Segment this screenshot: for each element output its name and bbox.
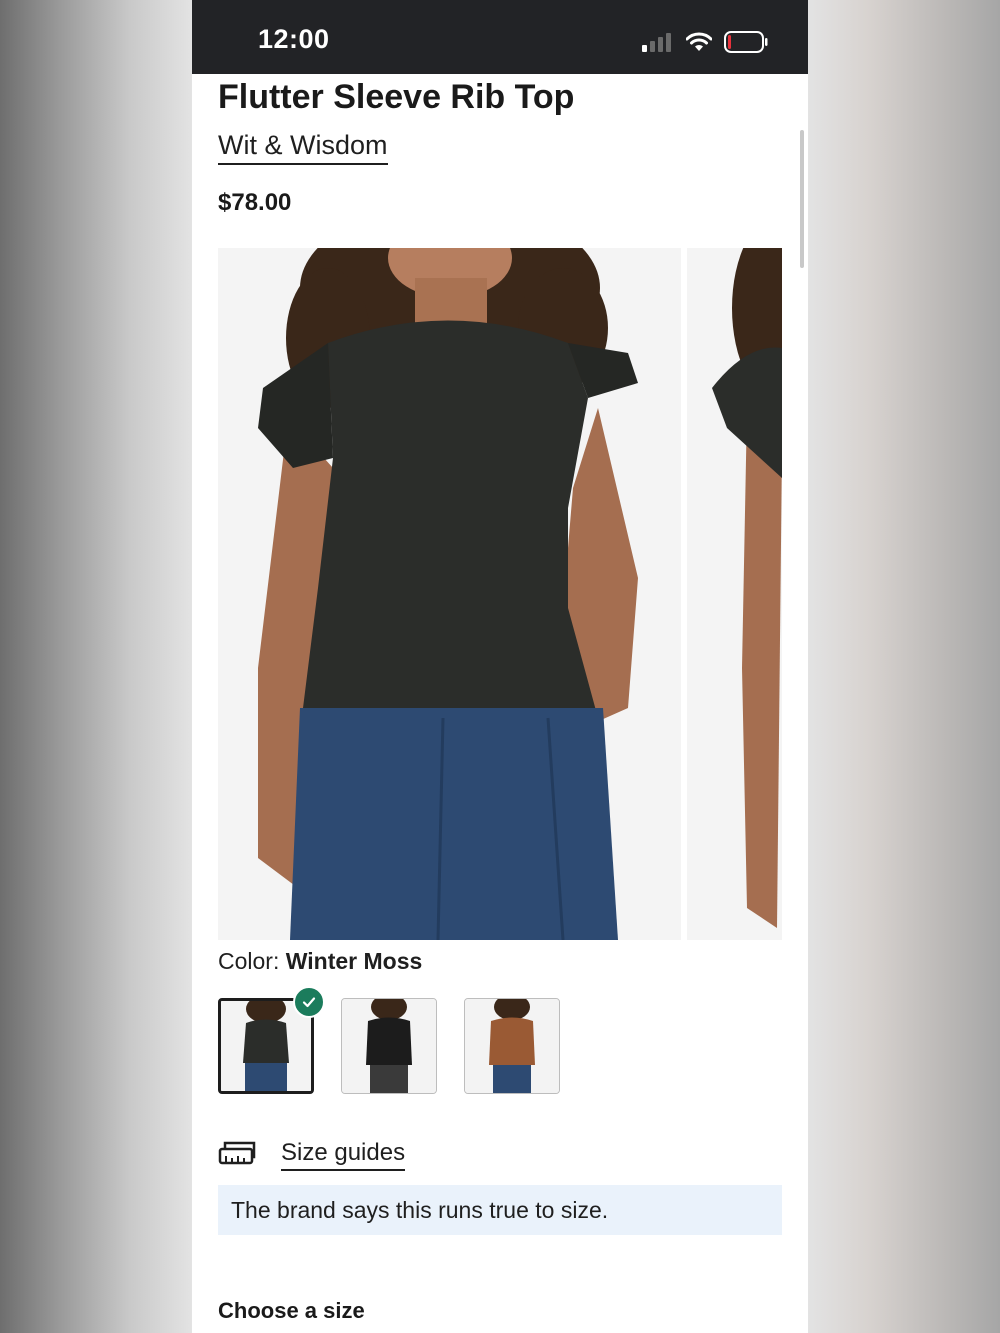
product-title: Flutter Sleeve Rib Top (218, 78, 575, 116)
fit-note: The brand says this runs true to size. (218, 1185, 782, 1235)
ruler-icon (218, 1141, 256, 1165)
product-image-next[interactable] (687, 248, 782, 940)
battery-icon (724, 31, 768, 53)
status-time: 12:00 (258, 24, 330, 54)
status-icons (642, 29, 768, 55)
choose-size-heading: Choose a size (218, 1298, 365, 1323)
brand-link[interactable]: Wit & Wisdom (218, 130, 388, 165)
color-line: Color: Winter Moss (218, 948, 422, 975)
product-price: $78.00 (218, 189, 292, 216)
swatch-thumbnail (342, 999, 436, 1093)
model-photo-side (687, 248, 782, 940)
color-selected-value: Winter Moss (285, 948, 423, 974)
color-swatch-black[interactable] (341, 998, 437, 1094)
selected-check-icon (293, 986, 325, 1018)
model-photo (218, 248, 681, 940)
product-image-main[interactable] (218, 248, 681, 940)
wifi-icon (686, 32, 712, 51)
phone-screen: 12:00 Flutter Sleeve Rib Top Wit & Wisdo… (192, 0, 808, 1333)
color-swatch-brown[interactable] (464, 998, 560, 1094)
swatch-thumbnail (465, 999, 559, 1093)
scrollbar[interactable] (800, 130, 804, 268)
size-guides-link[interactable]: Size guides (281, 1139, 406, 1171)
swatch-thumbnail (221, 1001, 311, 1091)
cellular-signal-icon (642, 33, 671, 52)
status-bar: 12:00 (192, 0, 808, 74)
color-label: Color: (218, 948, 280, 974)
